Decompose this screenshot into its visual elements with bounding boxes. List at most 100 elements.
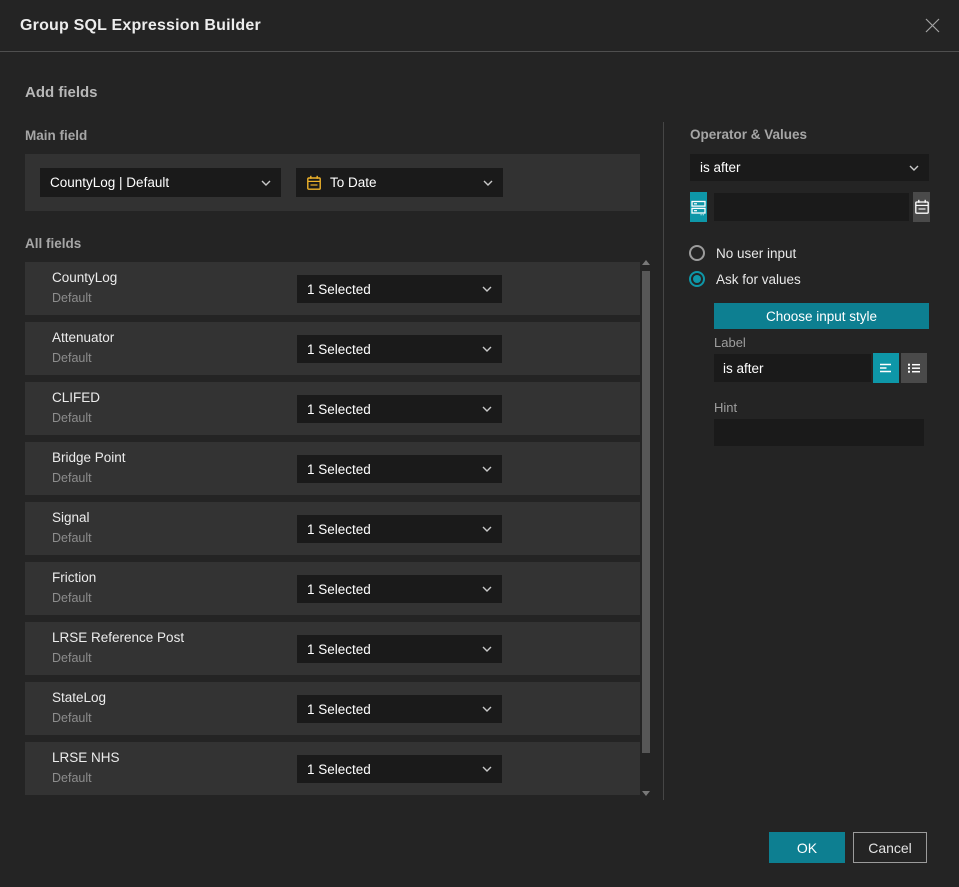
chevron-down-icon	[482, 586, 492, 592]
chevron-down-icon	[482, 286, 492, 292]
radio-circle-icon	[689, 245, 705, 261]
field-row: CountyLog Default 1 Selected	[25, 262, 640, 315]
calendar-icon	[914, 199, 929, 214]
field-selected-value: 1 Selected	[307, 401, 371, 417]
list-scrollbar	[641, 260, 652, 800]
field-selected-dropdown[interactable]: 1 Selected	[297, 755, 502, 783]
field-selected-value: 1 Selected	[307, 641, 371, 657]
chevron-down-icon	[482, 526, 492, 532]
chevron-down-icon	[482, 406, 492, 412]
field-selected-value: 1 Selected	[307, 341, 371, 357]
label-field-label: Label	[714, 335, 746, 350]
field-row: Friction Default 1 Selected	[25, 562, 640, 615]
radio-circle-selected-icon	[689, 271, 705, 287]
unique-values-button[interactable]	[690, 192, 707, 222]
chevron-down-icon	[482, 346, 492, 352]
field-selected-value: 1 Selected	[307, 461, 371, 477]
cancel-button[interactable]: Cancel	[853, 832, 927, 863]
label-input[interactable]	[714, 354, 871, 382]
radio-no-user-input-label: No user input	[716, 245, 797, 261]
calendar-icon	[307, 175, 321, 190]
field-subtitle: Default	[52, 531, 92, 545]
dialog-title: Group SQL Expression Builder	[20, 16, 261, 34]
dialog-titlebar: Group SQL Expression Builder	[0, 0, 959, 52]
all-fields-heading: All fields	[25, 236, 82, 251]
field-selected-value: 1 Selected	[307, 761, 371, 777]
field-selected-dropdown[interactable]: 1 Selected	[297, 515, 502, 543]
main-date-select[interactable]: To Date	[296, 168, 503, 197]
chevron-down-icon	[482, 466, 492, 472]
operator-select[interactable]: is after	[690, 154, 929, 181]
field-subtitle: Default	[52, 771, 92, 785]
all-fields-list: CountyLog Default 1 Selected Attenuator …	[25, 262, 640, 802]
radio-ask-for-values[interactable]: Ask for values	[689, 271, 801, 287]
field-row: LRSE NHS Default 1 Selected	[25, 742, 640, 795]
ok-button[interactable]: OK	[769, 832, 845, 863]
chevron-down-icon	[483, 180, 493, 186]
panel-divider	[663, 122, 664, 800]
chevron-down-icon	[909, 165, 919, 171]
main-date-select-value: To Date	[330, 175, 377, 190]
choose-input-style-button[interactable]: Choose input style	[714, 303, 929, 329]
field-row: LRSE Reference Post Default 1 Selected	[25, 622, 640, 675]
field-name: LRSE NHS	[52, 750, 120, 765]
date-picker-button[interactable]	[913, 192, 930, 222]
field-selected-value: 1 Selected	[307, 281, 371, 297]
bulleted-list-icon	[908, 363, 920, 373]
field-row: Signal Default 1 Selected	[25, 502, 640, 555]
field-selected-dropdown[interactable]: 1 Selected	[297, 335, 502, 363]
field-selected-value: 1 Selected	[307, 581, 371, 597]
field-subtitle: Default	[52, 351, 92, 365]
scrollbar-thumb[interactable]	[642, 271, 650, 753]
field-subtitle: Default	[52, 651, 92, 665]
label-input-row	[714, 353, 929, 383]
value-input-row	[690, 192, 930, 222]
field-row: StateLog Default 1 Selected	[25, 682, 640, 735]
field-name: Friction	[52, 570, 97, 585]
field-subtitle: Default	[52, 411, 92, 425]
field-row: CLIFED Default 1 Selected	[25, 382, 640, 435]
field-selected-dropdown[interactable]: 1 Selected	[297, 455, 502, 483]
scrollbar-down-arrow-icon[interactable]	[642, 791, 650, 796]
single-line-style-button[interactable]	[873, 353, 899, 383]
field-subtitle: Default	[52, 711, 92, 725]
field-name: Signal	[52, 510, 90, 525]
radio-no-user-input[interactable]: No user input	[689, 245, 796, 261]
main-field-select[interactable]: CountyLog | Default	[40, 168, 281, 197]
value-input[interactable]	[714, 193, 909, 221]
field-selected-dropdown[interactable]: 1 Selected	[297, 695, 502, 723]
field-name: LRSE Reference Post	[52, 630, 185, 645]
field-name: StateLog	[52, 690, 107, 705]
field-selected-dropdown[interactable]: 1 Selected	[297, 635, 502, 663]
field-subtitle: Default	[52, 471, 92, 485]
field-selected-dropdown[interactable]: 1 Selected	[297, 575, 502, 603]
field-selected-dropdown[interactable]: 1 Selected	[297, 275, 502, 303]
chevron-down-icon	[482, 706, 492, 712]
operator-select-value: is after	[700, 160, 741, 175]
list-style-button[interactable]	[901, 353, 927, 383]
field-selected-dropdown[interactable]: 1 Selected	[297, 395, 502, 423]
hint-field-label: Hint	[714, 400, 738, 415]
main-field-box: CountyLog | Default To Date	[25, 154, 640, 211]
field-name: Attenuator	[52, 330, 115, 345]
field-name: CountyLog	[52, 270, 118, 285]
stacked-values-icon	[691, 200, 706, 215]
radio-ask-for-values-label: Ask for values	[716, 271, 801, 287]
chevron-down-icon	[482, 646, 492, 652]
chevron-down-icon	[261, 180, 271, 186]
hint-input[interactable]	[714, 419, 924, 446]
main-field-heading: Main field	[25, 128, 88, 143]
field-name: CLIFED	[52, 390, 101, 405]
chevron-down-icon	[482, 766, 492, 772]
close-button[interactable]	[921, 15, 943, 37]
close-icon	[925, 18, 939, 33]
group-sql-expression-builder-dialog: Group SQL Expression Builder Add fields …	[0, 0, 959, 887]
align-left-icon	[880, 363, 891, 373]
field-row: Bridge Point Default 1 Selected	[25, 442, 640, 495]
field-name: Bridge Point	[52, 450, 126, 465]
field-subtitle: Default	[52, 291, 92, 305]
operator-values-heading: Operator & Values	[690, 127, 808, 142]
field-selected-value: 1 Selected	[307, 701, 371, 717]
main-field-select-value: CountyLog | Default	[50, 175, 170, 190]
scrollbar-up-arrow-icon[interactable]	[642, 260, 650, 265]
